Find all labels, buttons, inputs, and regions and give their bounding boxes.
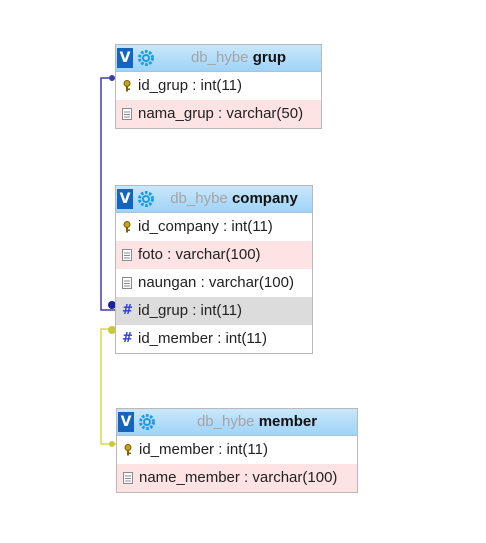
column-row[interactable]: foto : varchar(100) (116, 241, 312, 269)
primary-key-icon (123, 221, 131, 233)
toggle-columns-button[interactable]: V (118, 412, 134, 432)
foreign-key-icon: # (122, 303, 133, 318)
column-row[interactable]: nama_grup : varchar(50) (116, 100, 321, 128)
column-label: foto : varchar(100) (138, 246, 261, 263)
gear-icon[interactable] (138, 50, 154, 66)
database-name: db_hybe (196, 413, 255, 430)
table-company[interactable]: V db_hybe company id_company : int(11) f… (115, 185, 313, 354)
toggle-columns-button[interactable]: V (117, 48, 133, 68)
table-name: company (231, 190, 298, 207)
table-header[interactable]: V db_hybe grup (116, 45, 321, 72)
column-row[interactable]: naungan : varchar(100) (116, 269, 312, 297)
relation-grup-company (100, 75, 116, 311)
column-label: nama_grup : varchar(50) (138, 105, 304, 122)
column-row[interactable]: # id_grup : int(11) (116, 297, 312, 325)
table-name: member (258, 413, 318, 430)
table-title: db_hybe company (160, 186, 308, 212)
gear-icon[interactable] (139, 414, 155, 430)
table-grup[interactable]: V db_hybe grup id_grup : int(11) nama_gr… (115, 44, 322, 129)
column-label: id_grup : int(11) (138, 77, 242, 94)
column-row[interactable]: name_member : varchar(100) (117, 464, 357, 492)
column-label: id_company : int(11) (138, 218, 273, 235)
column-row[interactable]: id_grup : int(11) (116, 72, 321, 100)
relation-member-company (100, 326, 116, 447)
table-title: db_hybe member (161, 409, 353, 435)
primary-key-icon (123, 80, 131, 92)
database-name: db_hybe (190, 49, 249, 66)
column-icon (122, 277, 132, 289)
column-label: id_member : int(11) (138, 330, 267, 347)
column-icon (122, 108, 132, 120)
table-header[interactable]: V db_hybe company (116, 186, 312, 213)
database-name: db_hybe (170, 190, 228, 207)
column-label: id_member : int(11) (139, 441, 268, 458)
column-row[interactable]: # id_member : int(11) (116, 325, 312, 353)
column-row[interactable]: id_member : int(11) (117, 436, 357, 464)
table-name: grup (252, 49, 287, 66)
column-label: naungan : varchar(100) (138, 274, 294, 291)
table-title: db_hybe grup (160, 45, 317, 71)
foreign-key-icon: # (122, 331, 133, 346)
table-member[interactable]: V db_hybe member id_member : int(11) nam… (116, 408, 358, 493)
column-icon (122, 249, 132, 261)
primary-key-icon (124, 444, 132, 456)
gear-icon[interactable] (138, 191, 154, 207)
column-row[interactable]: id_company : int(11) (116, 213, 312, 241)
column-label: name_member : varchar(100) (139, 469, 338, 486)
column-label: id_grup : int(11) (138, 302, 242, 319)
table-header[interactable]: V db_hybe member (117, 409, 357, 436)
column-icon (123, 472, 133, 484)
toggle-columns-button[interactable]: V (117, 189, 133, 209)
